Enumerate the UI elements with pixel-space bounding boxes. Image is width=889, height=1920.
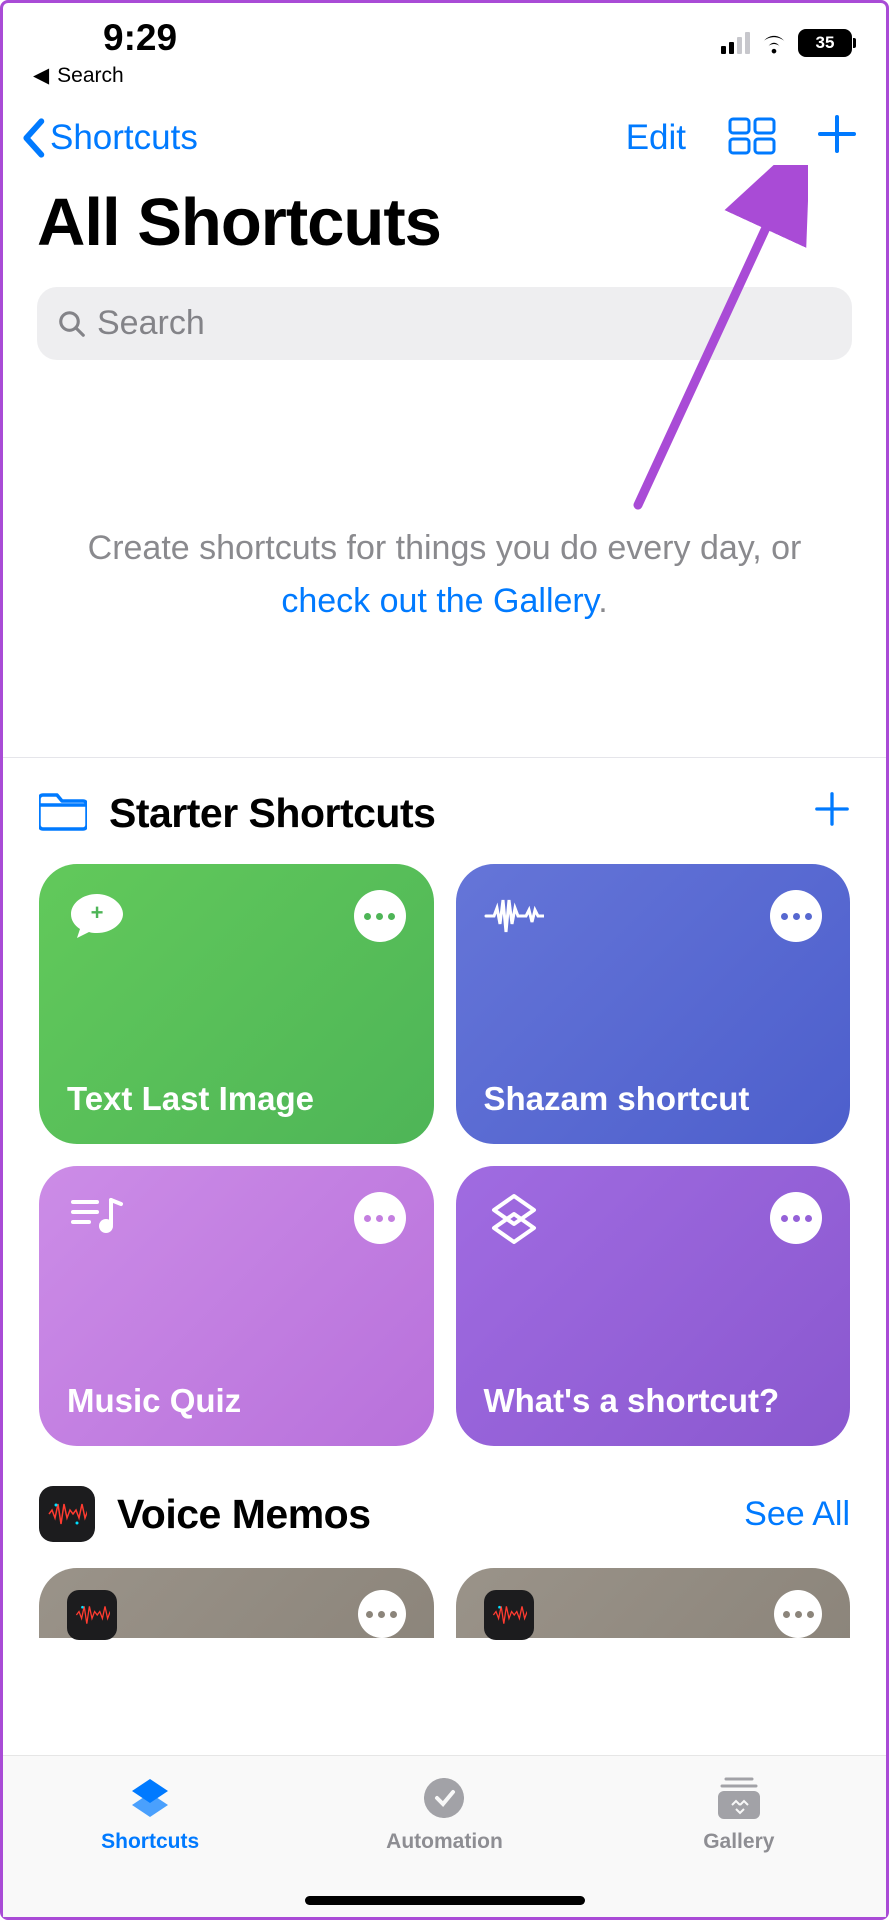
tab-gallery[interactable]: Gallery bbox=[639, 1772, 839, 1917]
shortcut-card-music-quiz[interactable]: Music Quiz bbox=[39, 1166, 434, 1446]
chat-plus-icon: + bbox=[67, 890, 127, 942]
search-input[interactable]: Search bbox=[37, 287, 852, 360]
card-title: Text Last Image bbox=[67, 1079, 406, 1119]
cellular-signal-icon bbox=[721, 32, 750, 54]
card-more-button[interactable] bbox=[354, 890, 406, 942]
voice-memos-app-icon bbox=[67, 1590, 117, 1640]
music-list-icon bbox=[67, 1192, 127, 1244]
status-time: 9:29 bbox=[33, 17, 177, 59]
grid-view-icon[interactable] bbox=[728, 117, 776, 160]
page-title: All Shortcuts bbox=[3, 172, 886, 273]
tab-shortcuts[interactable]: Shortcuts bbox=[50, 1772, 250, 1917]
home-indicator[interactable] bbox=[305, 1896, 585, 1905]
card-title: What's a shortcut? bbox=[484, 1381, 823, 1421]
section-add-button[interactable] bbox=[814, 788, 850, 838]
edit-button[interactable]: Edit bbox=[626, 118, 686, 158]
voice-memo-card[interactable] bbox=[39, 1568, 434, 1638]
gallery-link[interactable]: check out the Gallery bbox=[281, 582, 598, 620]
section-title: Voice Memos bbox=[117, 1491, 371, 1538]
status-bar: 9:29 ◀ Search 35 bbox=[3, 3, 886, 90]
shortcuts-app-icon bbox=[484, 1192, 544, 1244]
card-title: Shazam shortcut bbox=[484, 1079, 823, 1119]
waveform-icon bbox=[484, 890, 544, 942]
empty-state-message: Create shortcuts for things you do every… bbox=[3, 374, 886, 757]
starter-shortcuts-section: Starter Shortcuts + Text Last Image Shaz… bbox=[3, 758, 886, 1446]
svg-text:+: + bbox=[91, 900, 104, 925]
card-more-button[interactable] bbox=[770, 890, 822, 942]
card-more-button[interactable] bbox=[774, 1590, 822, 1638]
voice-memo-card[interactable] bbox=[456, 1568, 851, 1638]
tab-bar: Shortcuts Automation Gallery bbox=[3, 1755, 886, 1917]
search-icon bbox=[57, 309, 87, 339]
card-more-button[interactable] bbox=[358, 1590, 406, 1638]
breadcrumb-back[interactable]: ◀ Search bbox=[33, 63, 177, 88]
card-title: Music Quiz bbox=[67, 1381, 406, 1421]
see-all-button[interactable]: See All bbox=[744, 1495, 850, 1534]
battery-icon: 35 bbox=[798, 29, 856, 57]
card-more-button[interactable] bbox=[354, 1192, 406, 1244]
wifi-icon bbox=[760, 32, 788, 54]
shortcuts-tab-icon bbox=[125, 1773, 175, 1823]
folder-icon bbox=[39, 791, 87, 836]
shortcut-card-whats-a-shortcut[interactable]: What's a shortcut? bbox=[456, 1166, 851, 1446]
card-more-button[interactable] bbox=[770, 1192, 822, 1244]
voice-memos-section: Voice Memos See All bbox=[3, 1446, 886, 1638]
add-shortcut-button[interactable] bbox=[818, 114, 856, 162]
automation-tab-icon bbox=[419, 1773, 469, 1823]
chevron-left-icon bbox=[21, 118, 45, 158]
section-title: Starter Shortcuts bbox=[109, 790, 435, 837]
back-triangle-icon: ◀ bbox=[33, 63, 49, 88]
nav-bar: Shortcuts Edit bbox=[3, 90, 886, 172]
gallery-tab-icon bbox=[712, 1773, 766, 1823]
shortcut-card-text-last-image[interactable]: + Text Last Image bbox=[39, 864, 434, 1144]
back-button[interactable]: Shortcuts bbox=[21, 118, 198, 158]
voice-memos-app-icon bbox=[484, 1590, 534, 1640]
shortcut-card-shazam[interactable]: Shazam shortcut bbox=[456, 864, 851, 1144]
voice-memos-app-icon bbox=[39, 1486, 95, 1542]
status-right: 35 bbox=[721, 17, 856, 57]
